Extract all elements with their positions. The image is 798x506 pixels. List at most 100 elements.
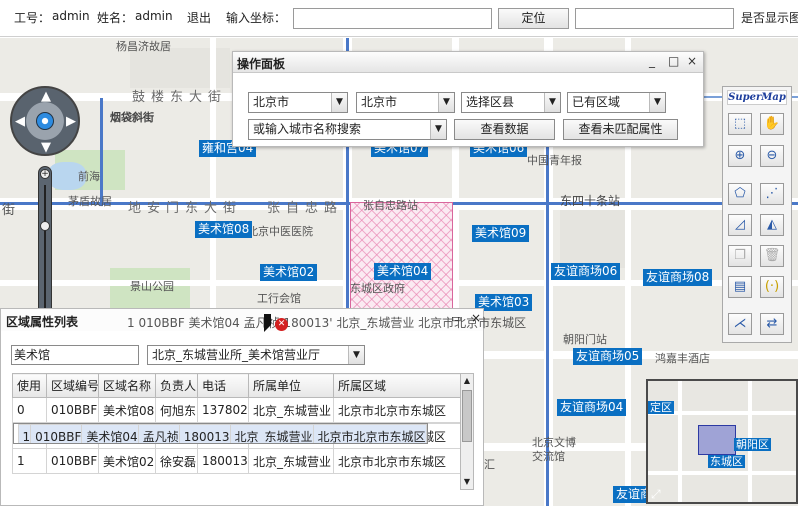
column-header[interactable]: 使用: [12, 373, 47, 398]
column-header[interactable]: 所属单位: [248, 373, 334, 398]
overview-label: 定区: [648, 401, 674, 414]
cell: 北京市北京市东城区: [333, 448, 461, 474]
close-icon[interactable]: ×: [471, 311, 481, 325]
edit-polygon-icon[interactable]: ◿: [728, 214, 752, 236]
split-polygon-icon[interactable]: ◭: [760, 214, 784, 236]
pan-center-icon[interactable]: [36, 112, 54, 130]
pan-right-icon[interactable]: ▶: [66, 115, 76, 128]
cell: 美术馆02: [98, 448, 156, 474]
place-label: 东四十条站: [560, 194, 621, 208]
scroll-up-icon[interactable]: ▲: [461, 374, 473, 388]
refresh-icon[interactable]: (·): [760, 276, 784, 298]
column-header[interactable]: 区域名称: [98, 373, 156, 398]
coord-label: 输入坐标：: [226, 11, 287, 25]
pan-up-icon[interactable]: ▲: [41, 90, 51, 103]
cell: 孟凡祯: [137, 424, 180, 443]
place-label: 杨昌济故居: [116, 40, 171, 53]
column-header[interactable]: 负责人: [155, 373, 198, 398]
region-tag[interactable]: 友谊商场08: [643, 269, 713, 286]
overview-viewport[interactable]: [698, 425, 736, 455]
column-header[interactable]: 区域编号: [46, 373, 99, 398]
extra-input[interactable]: [575, 8, 734, 29]
zoom-out-tool-icon[interactable]: ⊖: [760, 145, 784, 167]
coord-input[interactable]: [293, 8, 492, 29]
close-icon[interactable]: ×: [687, 54, 697, 68]
place-label: 鸿嘉丰酒店: [655, 352, 710, 365]
restore-icon[interactable]: ▭: [451, 312, 461, 325]
table-row[interactable]: 0 010BBF 美术馆08 何旭东 137802 北京_东城营业 北京市北京市东城区: [12, 397, 461, 423]
scroll-down-icon[interactable]: ▼: [461, 475, 473, 489]
road-label-dianmen: 地安门东大街: [128, 201, 243, 216]
scrollbar-thumb[interactable]: [462, 390, 472, 442]
logout-link[interactable]: 退出: [187, 9, 211, 26]
export-icon[interactable]: ⇄: [760, 313, 784, 335]
top-bar: 工号： admin 姓名： admin 退出 输入坐标： 定位 是否显示图: [0, 0, 798, 37]
maximize-icon[interactable]: □: [668, 54, 679, 68]
pan-left-icon[interactable]: ◀: [15, 115, 25, 128]
cell: 180013: [178, 424, 231, 443]
zoom-in-icon[interactable]: +: [40, 169, 50, 179]
cell: 137802: [197, 397, 249, 423]
column-header[interactable]: 电话: [197, 373, 249, 398]
locate-button[interactable]: 定位: [498, 8, 569, 29]
supermap-logo: SuperMap: [727, 90, 787, 105]
region-tag[interactable]: 友谊商场04: [557, 399, 627, 416]
city-select[interactable]: 北京市 ▼: [356, 92, 455, 113]
pan-control[interactable]: ▲ ▼ ◀ ▶: [10, 86, 80, 156]
cell: 美术馆08: [98, 397, 156, 423]
region-tag[interactable]: 友谊商场06: [551, 263, 621, 280]
region-tag[interactable]: 美术馆08: [195, 221, 253, 238]
edit-vertex-icon[interactable]: ⋰: [760, 183, 784, 205]
overview-label: 朝阳区: [734, 438, 771, 451]
cell: 010BBF: [30, 424, 83, 443]
table-row[interactable]: 1 010BBF 美术馆04 孟凡祯 180013 北京_东城营业 北京市北京市东城区: [12, 423, 428, 444]
measure-icon[interactable]: ⋌: [728, 313, 752, 335]
show-map-label: 是否显示图: [741, 11, 798, 25]
zoom-in-tool-icon[interactable]: ⊕: [728, 145, 752, 167]
view-data-button[interactable]: 查看数据: [454, 119, 555, 140]
region-tag[interactable]: 友谊商场05: [573, 348, 643, 365]
view-unmatched-button[interactable]: 查看未匹配属性: [563, 119, 678, 140]
cell: 0: [12, 397, 47, 423]
province-select[interactable]: 北京市 ▼: [248, 92, 348, 113]
cell: 北京_东城营业: [248, 397, 334, 423]
branch-filter-value: 北京_东城营业所_美术馆营业厅: [152, 348, 321, 362]
draw-polygon-icon[interactable]: ⬠: [728, 183, 752, 205]
select-tool-icon[interactable]: ⬚: [728, 113, 752, 135]
merge-icon[interactable]: ❐: [728, 245, 752, 267]
delete-marker-icon[interactable]: ✕: [275, 318, 288, 331]
cell: 010BBF: [46, 448, 99, 474]
region-tag[interactable]: 美术馆09: [472, 225, 530, 242]
region-tag[interactable]: 美术馆02: [260, 264, 318, 281]
county-select[interactable]: 选择区县 ▼: [461, 92, 561, 113]
chevron-down-icon: ▼: [438, 93, 454, 112]
pan-down-icon[interactable]: ▼: [41, 141, 51, 154]
cell: 徐安磊: [155, 448, 198, 474]
cell: 北京市北京市东城区: [333, 397, 461, 423]
column-header[interactable]: 所属区域: [333, 373, 461, 398]
district-select[interactable]: 已有区域 ▼: [567, 92, 666, 113]
overview-map[interactable]: 东城区 朝阳区 定区 ⤢: [646, 379, 798, 504]
branch-filter-select[interactable]: 北京_东城营业所_美术馆营业厅 ▼: [147, 345, 365, 365]
list-panel-header[interactable]: 区域属性列表 1 010BBF 美术馆04 孟凡祯 180013' 北京_东城营…: [1, 309, 526, 331]
list-search-input[interactable]: 美术馆: [11, 345, 139, 365]
table-row[interactable]: 1 010BBF 美术馆02 徐安磊 180013 北京_东城营业 北京市北京市东城区: [12, 448, 461, 474]
chevron-down-icon: ▼: [331, 93, 347, 112]
region-tag[interactable]: 美术馆04: [374, 263, 432, 280]
pan-tool-icon[interactable]: ✋: [760, 113, 784, 135]
list-header-preview: 1 010BBF 美术馆04 孟凡祯 180013' 北京_东城营业 北京市北京…: [127, 316, 527, 330]
city-search-combo[interactable]: 或输入城市名称搜索 ▼: [248, 119, 447, 140]
table-header-row: 使用 区域编号 区域名称 负责人 电话 所属单位 所属区域: [12, 373, 461, 398]
place-label: 茅盾故居: [68, 195, 112, 208]
zoom-slider-handle[interactable]: [40, 221, 50, 231]
place-label: 汇: [484, 458, 495, 471]
staff-id-value: admin: [52, 9, 90, 23]
table-icon[interactable]: ▤: [728, 276, 752, 298]
expand-icon[interactable]: ⤢: [651, 487, 661, 502]
panel-header[interactable]: 操作面板 _ □ ×: [233, 52, 703, 73]
table-scrollbar[interactable]: ▲ ▼: [460, 373, 474, 490]
cell: 1: [17, 424, 32, 443]
delete-icon[interactable]: 🗑: [760, 245, 784, 267]
name-label: 姓名：: [97, 11, 134, 25]
minimize-icon[interactable]: _: [649, 54, 655, 68]
